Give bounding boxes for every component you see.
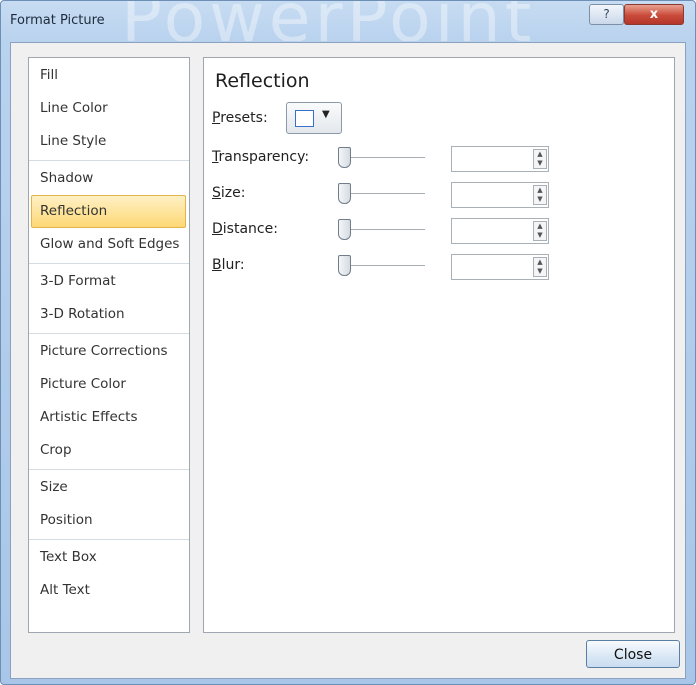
sidebar-item-fill[interactable]: Fill <box>29 59 189 92</box>
blur-label: Blur: <box>212 257 245 273</box>
transparency-label: Transparency: <box>212 149 310 165</box>
preset-preview-icon <box>295 110 314 127</box>
presets-dropdown[interactable]: ▼ <box>286 102 342 134</box>
distance-slider-track[interactable] <box>345 229 425 230</box>
sidebar-item-picture-corrections[interactable]: Picture Corrections <box>29 335 189 368</box>
close-button[interactable]: Close <box>586 640 680 668</box>
category-list: Fill Line Color Line Style Shadow Reflection… <box>28 57 190 633</box>
category-group: 3-D Format 3-D Rotation <box>29 264 189 334</box>
presets-label: Presets: <box>212 110 268 126</box>
sidebar-item-glow-and-soft-edges[interactable]: Glow and Soft Edges <box>29 228 189 261</box>
dropdown-arrow-icon: ▼ <box>322 109 330 120</box>
title-bar[interactable]: PowerPoint Format Picture ? x <box>1 1 695 41</box>
distance-label: Distance: <box>212 221 278 237</box>
sidebar-item-shadow[interactable]: Shadow <box>29 162 189 195</box>
help-button[interactable]: ? <box>589 4 624 25</box>
dialog-title: Format Picture <box>10 13 105 28</box>
category-group: Picture Corrections Picture Color Artistic… <box>29 334 189 470</box>
spinner-icon[interactable]: ▲ ▼ <box>533 149 547 169</box>
close-window-button[interactable]: x <box>624 4 684 25</box>
blur-slider-thumb[interactable] <box>338 255 351 276</box>
panel-title: Reflection <box>215 70 310 92</box>
category-group: Text Box Alt Text <box>29 540 189 609</box>
spinner-icon[interactable]: ▲ ▼ <box>533 185 547 205</box>
sidebar-item-line-style[interactable]: Line Style <box>29 125 189 158</box>
dialog-body: Fill Line Color Line Style Shadow Reflection… <box>10 42 686 679</box>
transparency-slider-thumb[interactable] <box>338 147 351 168</box>
category-group: Size Position <box>29 470 189 540</box>
sidebar-item-picture-color[interactable]: Picture Color <box>29 368 189 401</box>
blur-slider-track[interactable] <box>345 265 425 266</box>
category-group: Fill Line Color Line Style <box>29 58 189 161</box>
sidebar-item-reflection[interactable]: Reflection <box>31 195 186 228</box>
sidebar-item-position[interactable]: Position <box>29 504 189 537</box>
spinner-icon[interactable]: ▲ ▼ <box>533 221 547 241</box>
size-label: Size: <box>212 185 246 201</box>
size-slider-thumb[interactable] <box>338 183 351 204</box>
app-watermark: PowerPoint <box>121 1 536 41</box>
reflection-panel: Reflection Presets: ▼ Transparency: ▲ ▼ Siz… <box>203 57 675 633</box>
sidebar-item-crop[interactable]: Crop <box>29 434 189 467</box>
size-slider-track[interactable] <box>345 193 425 194</box>
sidebar-item-line-color[interactable]: Line Color <box>29 92 189 125</box>
transparency-slider-track[interactable] <box>345 157 425 158</box>
distance-slider-thumb[interactable] <box>338 219 351 240</box>
sidebar-item-text-box[interactable]: Text Box <box>29 541 189 574</box>
spinner-icon[interactable]: ▲ ▼ <box>533 257 547 277</box>
sidebar-item-size[interactable]: Size <box>29 471 189 504</box>
sidebar-item-3-d-format[interactable]: 3-D Format <box>29 265 189 298</box>
sidebar-item-alt-text[interactable]: Alt Text <box>29 574 189 607</box>
sidebar-item-3-d-rotation[interactable]: 3-D Rotation <box>29 298 189 331</box>
category-group: Shadow Reflection Glow and Soft Edges <box>29 161 189 264</box>
format-picture-dialog: PowerPoint Format Picture ? x Fill Line C… <box>0 0 696 685</box>
sidebar-item-artistic-effects[interactable]: Artistic Effects <box>29 401 189 434</box>
